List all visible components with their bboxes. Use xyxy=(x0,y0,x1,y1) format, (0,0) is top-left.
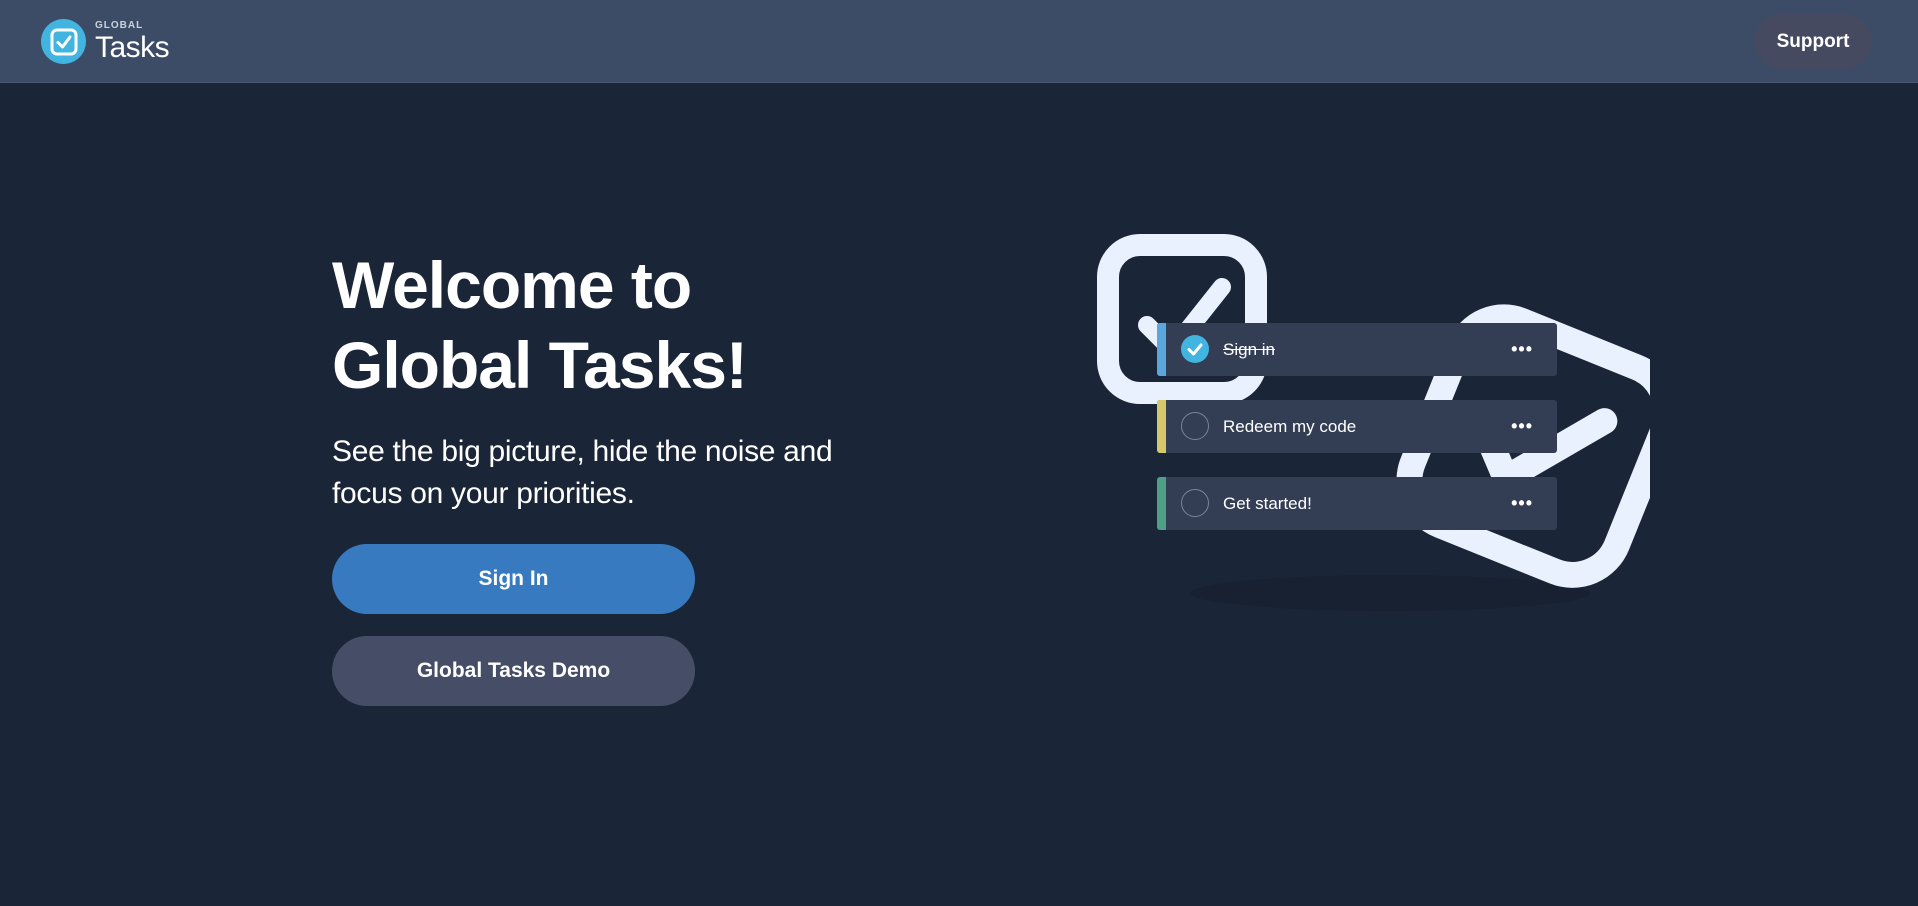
logo-big-text: Tasks xyxy=(95,30,170,64)
more-options-icon[interactable]: ••• xyxy=(1511,400,1533,453)
task-checkbox-unchecked[interactable] xyxy=(1181,489,1209,517)
task-card-get-started[interactable]: Get started! ••• xyxy=(1157,477,1557,530)
task-label: Get started! xyxy=(1223,493,1312,513)
title-line-1: Welcome to xyxy=(332,248,692,322)
logo-small-text: GLOBAL xyxy=(95,19,144,31)
subtitle-line-2: focus on your priorities. xyxy=(332,477,635,510)
logo-wordmark: GLOBAL Tasks xyxy=(95,19,170,64)
top-bar: GLOBAL Tasks Support xyxy=(0,0,1918,83)
check-icon xyxy=(1187,343,1203,356)
checkbox-logo-icon xyxy=(41,19,86,64)
page-subtitle: See the big picture, hide the noise and … xyxy=(332,431,932,515)
task-card-sign-in[interactable]: Sign in ••• xyxy=(1157,323,1557,376)
task-label: Sign in xyxy=(1223,339,1275,359)
task-color-stripe xyxy=(1157,477,1166,530)
more-options-icon[interactable]: ••• xyxy=(1511,323,1533,376)
support-button[interactable]: Support xyxy=(1754,14,1872,69)
task-color-stripe xyxy=(1157,323,1166,376)
page-title: Welcome to Global Tasks! xyxy=(332,245,932,405)
subtitle-line-1: See the big picture, hide the noise and xyxy=(332,435,833,468)
more-options-icon[interactable]: ••• xyxy=(1511,477,1533,530)
task-color-stripe xyxy=(1157,400,1166,453)
sign-in-button[interactable]: Sign In xyxy=(332,544,695,614)
task-checkbox-unchecked[interactable] xyxy=(1181,412,1209,440)
task-checkbox-checked[interactable] xyxy=(1181,335,1209,363)
demo-button[interactable]: Global Tasks Demo xyxy=(332,636,695,706)
illustration-shadow xyxy=(1190,575,1590,611)
hero-section: Welcome to Global Tasks! See the big pic… xyxy=(332,245,932,515)
title-line-2: Global Tasks! xyxy=(332,328,748,402)
task-card-redeem[interactable]: Redeem my code ••• xyxy=(1157,400,1557,453)
task-label: Redeem my code xyxy=(1223,416,1357,436)
app-logo[interactable]: GLOBAL Tasks xyxy=(41,19,170,64)
